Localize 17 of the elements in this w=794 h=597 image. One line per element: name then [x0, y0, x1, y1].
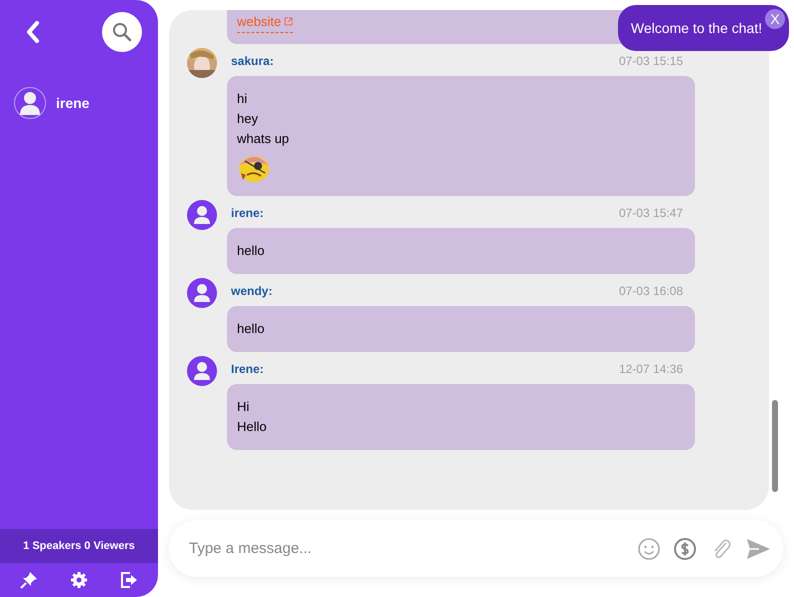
sender-name: irene:: [231, 205, 264, 222]
sender-name: wendy:: [231, 283, 272, 300]
sender-name: Irene:: [231, 361, 264, 378]
message-text: whats up: [237, 130, 290, 148]
timestamp: 12-07 14:36: [618, 361, 683, 378]
message-text: hey: [237, 110, 259, 128]
message-text: hi: [237, 90, 248, 108]
toast-message: Welcome to the chat!: [630, 18, 764, 38]
timestamp: 07-03 15:15: [618, 53, 683, 70]
sender-name: sakura:: [231, 53, 274, 70]
timestamp: 07-03 16:08: [618, 283, 683, 300]
message-text: Hi: [237, 398, 250, 416]
message-text: hello: [237, 242, 266, 260]
stats-bar: 1 Speakers 0 Viewers: [0, 529, 158, 563]
message-text: Hello: [237, 418, 268, 436]
message-text: hello: [237, 320, 266, 338]
timestamp: 07-03 15:47: [618, 205, 683, 222]
